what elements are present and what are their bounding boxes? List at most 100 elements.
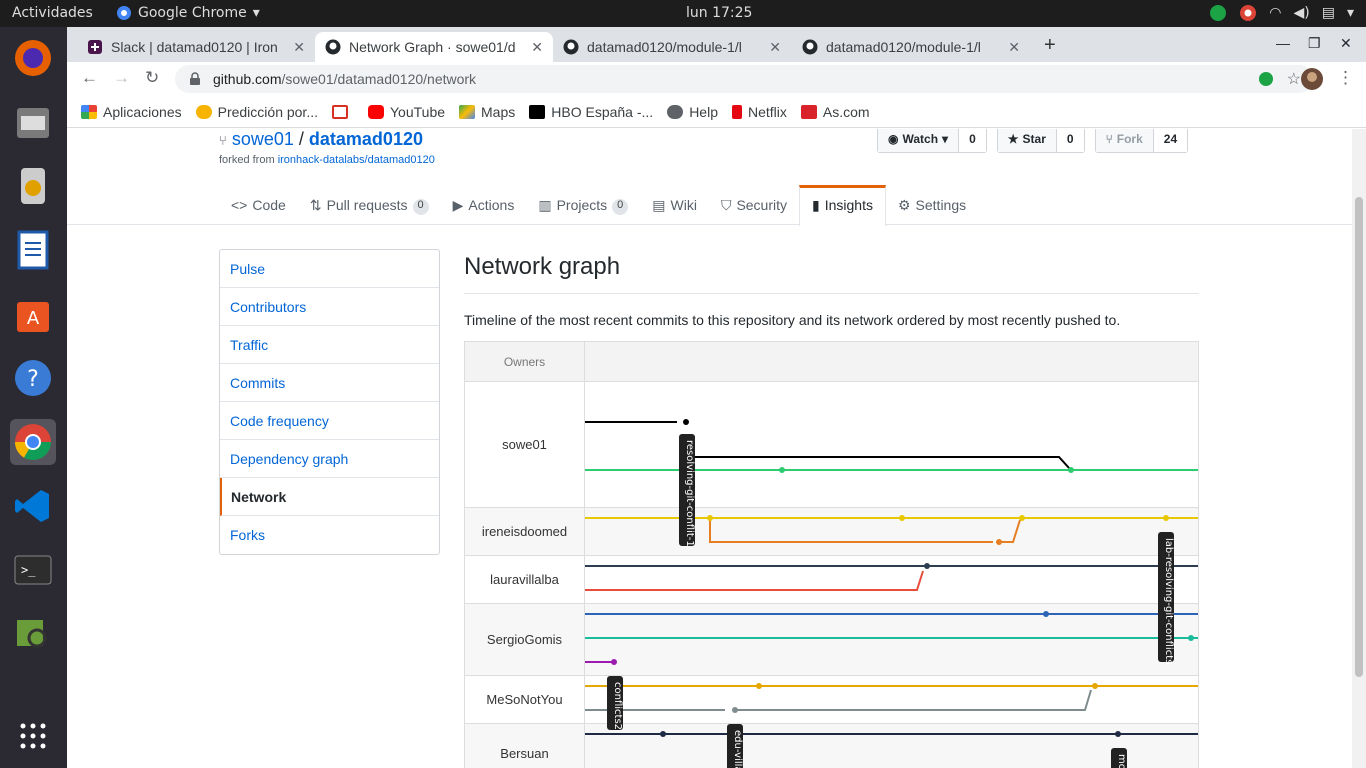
fork-icon: ⑂	[1105, 132, 1113, 146]
star-button[interactable]: ★ Star 0	[996, 129, 1085, 153]
repo-owner-link[interactable]: sowe01	[232, 129, 294, 149]
commit-dot[interactable]	[683, 419, 689, 425]
tab-code[interactable]: <> Code	[219, 185, 298, 225]
slack-icon	[88, 40, 102, 54]
menu-item-forks[interactable]: Forks	[220, 516, 439, 554]
network-graph[interactable]: Owners sowe01 ireneisdoomed lauravillalb…	[464, 341, 1199, 768]
tab-projects[interactable]: ▥ Projects 0	[526, 185, 640, 225]
tab-actions[interactable]: ▶ Actions	[441, 185, 527, 225]
tab-insights[interactable]: ▮ Insights	[799, 185, 886, 226]
commit-dot[interactable]	[899, 515, 905, 521]
tab-title: Network Graph · sowe01/d	[349, 39, 516, 55]
chrome-dock-icon[interactable]	[10, 419, 56, 465]
close-window-button[interactable]: ✕	[1340, 35, 1352, 52]
commit-dot[interactable]	[1068, 467, 1074, 473]
commit-dots[interactable]	[611, 419, 1194, 737]
more-menu-icon[interactable]: ⋮	[1337, 68, 1354, 88]
firefox-icon[interactable]	[10, 35, 56, 81]
commit-dot[interactable]	[1019, 515, 1025, 521]
bookmark-as[interactable]: As.com	[800, 104, 870, 120]
show-apps-icon[interactable]	[10, 713, 56, 759]
commit-dot[interactable]	[1188, 635, 1194, 641]
file-manager-icon[interactable]	[10, 99, 56, 145]
help-icon[interactable]: ?	[10, 355, 56, 401]
close-icon[interactable]: ✕	[769, 39, 781, 56]
writer-icon[interactable]	[10, 227, 56, 273]
commit-dot[interactable]	[779, 467, 785, 473]
menu-item-contributors[interactable]: Contributors	[220, 288, 439, 326]
commit-dot[interactable]	[1163, 515, 1169, 521]
tab-module-1-a[interactable]: datamad0120/module-1/l ✕	[553, 32, 791, 62]
tab-settings[interactable]: ⚙ Settings	[886, 185, 978, 225]
bookmark-hbo[interactable]: HBO España -...	[529, 104, 653, 120]
commit-dot[interactable]	[996, 539, 1002, 545]
tab-module-1-b[interactable]: datamad0120/module-1/l ✕	[792, 32, 1030, 62]
help-globe-icon	[667, 104, 684, 119]
extension-icon[interactable]	[1258, 71, 1274, 87]
minimize-button[interactable]: —	[1276, 35, 1290, 51]
tab-pull-requests[interactable]: ⇅ Pull requests 0	[298, 185, 441, 225]
image-viewer-icon[interactable]	[10, 611, 56, 657]
clock[interactable]: lun 17:25	[686, 5, 752, 21]
menu-item-traffic[interactable]: Traffic	[220, 326, 439, 364]
system-tray[interactable]: ◠ ◀) ▤ ▾	[1209, 4, 1354, 22]
commit-dot[interactable]	[660, 731, 666, 737]
forked-from-link[interactable]: ironhack-datalabs/datamad0120	[278, 154, 435, 166]
tab-network-graph[interactable]: Network Graph · sowe01/d ✕	[315, 32, 553, 62]
svg-text:conflicts2: conflicts2	[612, 682, 623, 730]
new-tab-button[interactable]: +	[1044, 34, 1056, 57]
commit-dot[interactable]	[732, 707, 738, 713]
star-icon: ★	[1007, 132, 1019, 146]
bookmark-netflix[interactable]: Netflix	[731, 104, 787, 120]
restore-button[interactable]: ❐	[1308, 35, 1321, 52]
bookmark-youtube[interactable]: YouTube	[368, 104, 445, 120]
bookmark-apps[interactable]: Aplicaciones	[81, 104, 182, 120]
close-icon[interactable]: ✕	[531, 39, 543, 56]
fork-button[interactable]: ⑂ Fork 24	[1094, 129, 1189, 153]
scrollbar-thumb[interactable]	[1355, 197, 1363, 677]
forward-button[interactable]: →	[113, 68, 130, 88]
terminal-icon[interactable]: >_	[10, 547, 56, 593]
page-scrollbar[interactable]	[1352, 129, 1366, 768]
menu-item-commits[interactable]: Commits	[220, 364, 439, 402]
commit-dot[interactable]	[756, 683, 762, 689]
menu-item-code-frequency[interactable]: Code frequency	[220, 402, 439, 440]
back-button[interactable]: ←	[81, 68, 98, 88]
tab-wiki[interactable]: ▤ Wiki	[640, 185, 709, 225]
close-icon[interactable]: ✕	[1008, 39, 1020, 56]
bookmark-gmail[interactable]	[332, 104, 354, 119]
app-menu[interactable]: Google Chrome ▾	[116, 5, 260, 21]
watch-count[interactable]: 0	[959, 129, 986, 152]
commit-dot[interactable]	[707, 515, 713, 521]
rhythmbox-icon[interactable]	[10, 163, 56, 209]
software-center-icon[interactable]: A	[10, 291, 56, 337]
commit-dot[interactable]	[611, 659, 617, 665]
repo-name-link[interactable]: datamad0120	[309, 129, 423, 149]
fork-count[interactable]: 24	[1153, 129, 1188, 152]
bookmark-star-icon[interactable]: ☆	[1287, 69, 1301, 89]
bookmark-help[interactable]: Help	[667, 104, 718, 120]
menu-item-dependency-graph[interactable]: Dependency graph	[220, 440, 439, 478]
volume-icon: ◀)	[1293, 5, 1310, 21]
fork-icon: ⑂	[219, 133, 227, 148]
commit-dot[interactable]	[1092, 683, 1098, 689]
watch-button[interactable]: ◉ Watch ▾ 0	[877, 129, 987, 153]
bookmark-maps[interactable]: Maps	[459, 104, 515, 120]
activities-button[interactable]: Actividades	[12, 5, 93, 21]
close-icon[interactable]: ✕	[293, 39, 305, 56]
network-graph-canvas[interactable]: resolving-git-conflit-1 lab-resolving-gi…	[585, 382, 1199, 768]
menu-item-network[interactable]: Network	[220, 478, 439, 516]
address-bar[interactable]: github.com/sowe01/datamad0120/network ⧉ …	[175, 65, 1313, 93]
star-count[interactable]: 0	[1056, 129, 1084, 152]
bookmark-weather[interactable]: Predicción por...	[195, 104, 318, 120]
avatar[interactable]	[1301, 68, 1323, 90]
tab-security[interactable]: ⛉ Security	[709, 185, 799, 225]
vscode-icon[interactable]	[10, 483, 56, 529]
tab-slack[interactable]: Slack | datamad0120 | Iron ✕	[77, 32, 315, 62]
browser-toolbar: ← → ↻ github.com/sowe01/datamad0120/netw…	[67, 62, 1366, 96]
commit-dot[interactable]	[1043, 611, 1049, 617]
menu-item-pulse[interactable]: Pulse	[220, 250, 439, 288]
reload-button[interactable]: ↻	[145, 68, 159, 88]
commit-dot[interactable]	[924, 563, 930, 569]
commit-dot[interactable]	[1115, 731, 1121, 737]
